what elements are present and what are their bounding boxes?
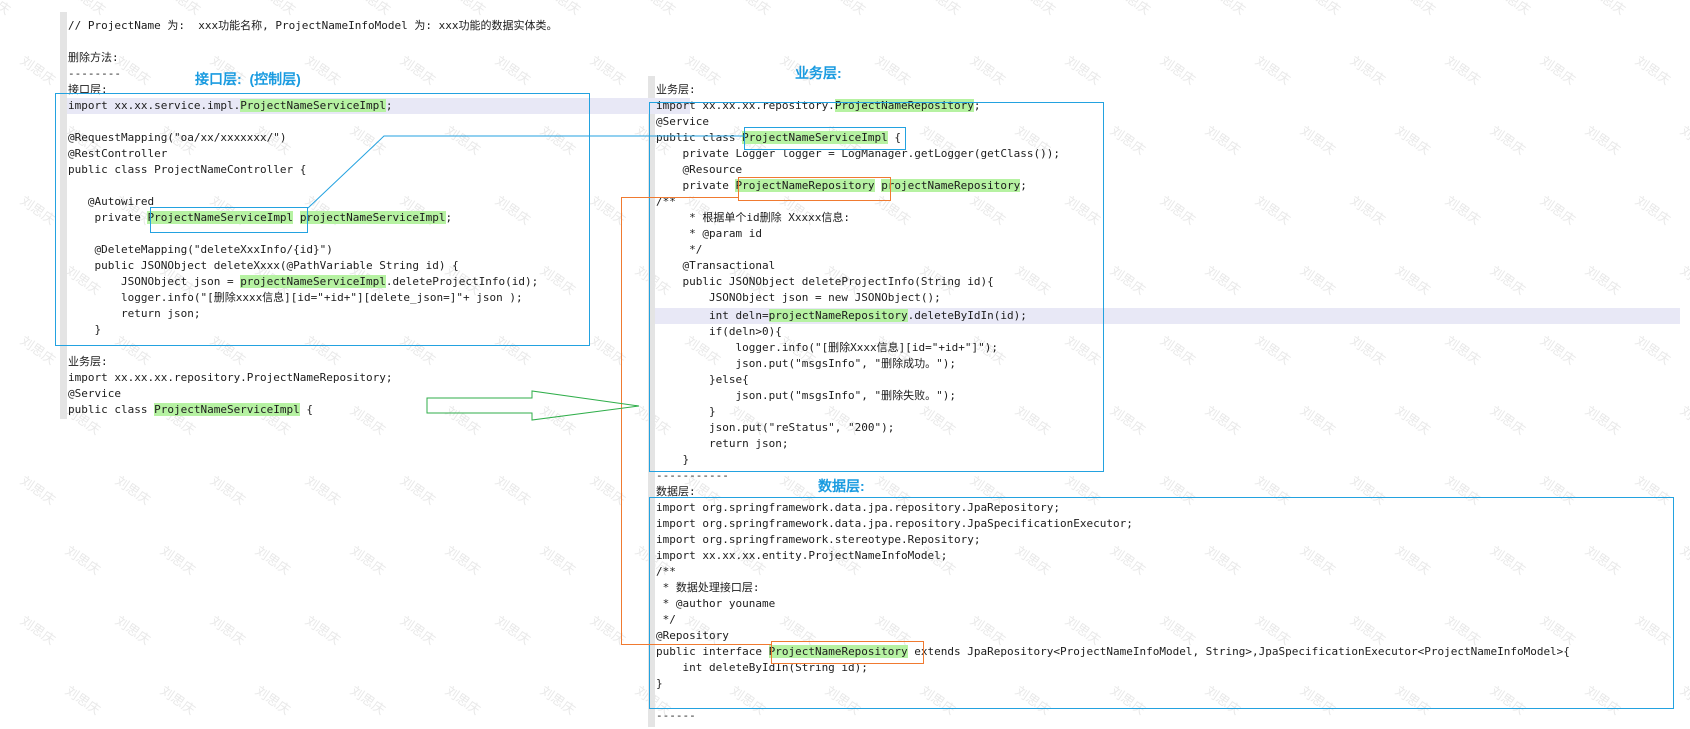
green-arrow	[426, 390, 640, 421]
arrows-layer	[307, 135, 744, 421]
service-link-line	[307, 135, 744, 209]
